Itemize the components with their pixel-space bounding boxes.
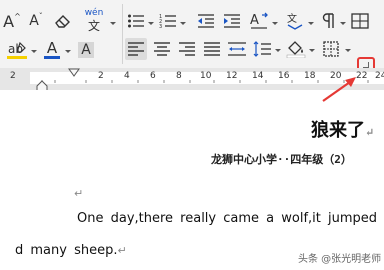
annotation-arrow-icon (322, 77, 356, 102)
